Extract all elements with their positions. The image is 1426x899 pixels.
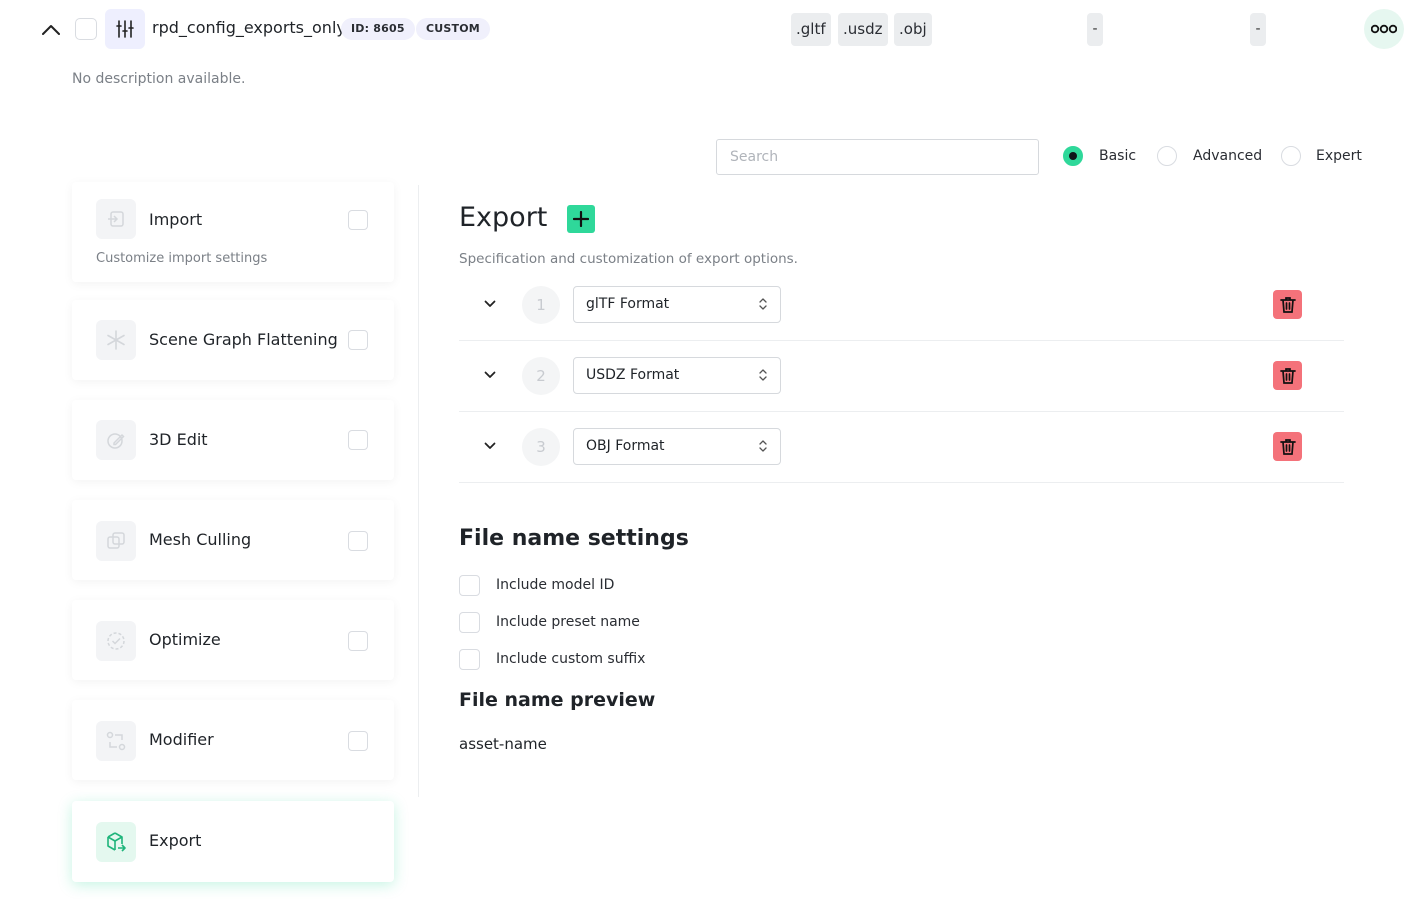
sidebar-item-scene-graph-flattening[interactable]: Scene Graph Flattening: [72, 300, 394, 380]
sidebar-item-label: 3D Edit: [149, 430, 208, 449]
delete-export-button[interactable]: [1273, 361, 1302, 390]
sidebar-item-label: Modifier: [149, 730, 214, 749]
sidebar-item-export[interactable]: Export: [72, 801, 394, 882]
config-header: rpd_config_exports_only ID: 8605 CUSTOM …: [0, 0, 1426, 60]
config-column-value: -: [1250, 13, 1266, 46]
check-circle-icon: [96, 621, 136, 661]
sidebar-item-3d-edit[interactable]: 3D Edit: [72, 400, 394, 480]
plus-icon: [573, 211, 589, 227]
delete-export-button[interactable]: [1273, 432, 1302, 461]
mode-label-advanced[interactable]: Advanced: [1193, 148, 1262, 164]
config-type-badge: CUSTOM: [416, 18, 490, 40]
include-model-id-checkbox[interactable]: [459, 575, 480, 596]
trash-icon: [1279, 296, 1296, 313]
option-label: Include preset name: [496, 614, 640, 630]
updown-icon: [759, 440, 767, 452]
sidebar-item-checkbox[interactable]: [348, 631, 368, 651]
config-column-value: -: [1087, 13, 1103, 46]
export-format-select[interactable]: OBJ Format: [573, 428, 781, 465]
sidebar-item-checkbox[interactable]: [348, 430, 368, 450]
sidebar-item-checkbox[interactable]: [348, 210, 368, 230]
sidebar-item-label: Import: [149, 210, 203, 229]
config-name: rpd_config_exports_only: [152, 18, 346, 37]
import-icon: [96, 199, 136, 239]
file-name-settings-title: File name settings: [459, 526, 689, 551]
sidebar-item-optimize[interactable]: Optimize: [72, 600, 394, 680]
edit-icon: [96, 420, 136, 460]
sidebar-item-label: Scene Graph Flattening: [149, 330, 338, 349]
sidebar-item-mesh-culling[interactable]: Mesh Culling: [72, 500, 394, 580]
config-id-badge: ID: 8605: [341, 18, 415, 40]
mode-label-basic[interactable]: Basic: [1099, 148, 1136, 164]
mode-radio-advanced[interactable]: [1157, 146, 1177, 166]
chevron-down-icon[interactable]: [483, 297, 497, 311]
sidebar-item-label: Optimize: [149, 630, 221, 649]
updown-icon: [759, 298, 767, 310]
sidebar-item-checkbox[interactable]: [348, 531, 368, 551]
trash-icon: [1279, 367, 1296, 384]
export-row-index: 3: [522, 428, 560, 466]
delete-export-button[interactable]: [1273, 290, 1302, 319]
sidebar-item-import[interactable]: Import Customize import settings: [72, 182, 394, 282]
file-name-preview-title: File name preview: [459, 689, 656, 711]
export-format-select[interactable]: glTF Format: [573, 286, 781, 323]
copy-icon: [96, 521, 136, 561]
mode-radio-expert[interactable]: [1281, 146, 1301, 166]
box-export-icon: [96, 822, 136, 862]
sidebar-item-label: Export: [149, 831, 202, 850]
export-row-index: 2: [522, 357, 560, 395]
mode-label-expert[interactable]: Expert: [1316, 148, 1362, 164]
export-format-select[interactable]: USDZ Format: [573, 357, 781, 394]
swap-icon: [96, 721, 136, 761]
config-description: No description available.: [72, 71, 246, 87]
export-row: 2 USDZ Format: [459, 341, 1344, 412]
chevron-down-icon[interactable]: [483, 368, 497, 382]
export-row: 3 OBJ Format: [459, 412, 1344, 483]
sidebar-item-subtitle: Customize import settings: [96, 251, 268, 266]
panel-divider: [418, 185, 419, 797]
mode-radio-basic[interactable]: [1063, 146, 1083, 166]
format-tag-usdz: .usdz: [838, 13, 888, 46]
export-row: 1 glTF Format: [459, 270, 1344, 341]
option-label: Include model ID: [496, 577, 615, 593]
search-input[interactable]: [716, 139, 1039, 175]
config-select-checkbox[interactable]: [75, 18, 97, 40]
sidebar-item-checkbox[interactable]: [348, 731, 368, 751]
chevron-down-icon[interactable]: [483, 439, 497, 453]
sidebar-item-label: Mesh Culling: [149, 530, 252, 549]
include-custom-suffix-checkbox[interactable]: [459, 649, 480, 670]
more-options-button[interactable]: [1364, 9, 1404, 49]
export-format-value: OBJ Format: [586, 438, 665, 454]
add-export-button[interactable]: [567, 205, 595, 233]
collapse-chevron-icon[interactable]: [40, 19, 62, 41]
sliders-icon: [105, 9, 145, 49]
trash-icon: [1279, 438, 1296, 455]
more-icon: [1371, 24, 1397, 34]
export-format-value: glTF Format: [586, 296, 670, 312]
export-subtitle: Specification and customization of expor…: [459, 251, 798, 267]
file-name-preview-value: asset-name: [459, 735, 547, 753]
sidebar-item-modifier[interactable]: Modifier: [72, 700, 394, 780]
export-row-index: 1: [522, 286, 560, 324]
updown-icon: [759, 369, 767, 381]
include-preset-name-checkbox[interactable]: [459, 612, 480, 633]
format-tag-obj: .obj: [894, 13, 932, 46]
snowflake-icon: [96, 320, 136, 360]
export-format-value: USDZ Format: [586, 367, 680, 383]
format-tag-gltf: .gltf: [791, 13, 831, 46]
sidebar-item-checkbox[interactable]: [348, 330, 368, 350]
option-label: Include custom suffix: [496, 651, 646, 667]
export-title: Export: [459, 202, 548, 233]
